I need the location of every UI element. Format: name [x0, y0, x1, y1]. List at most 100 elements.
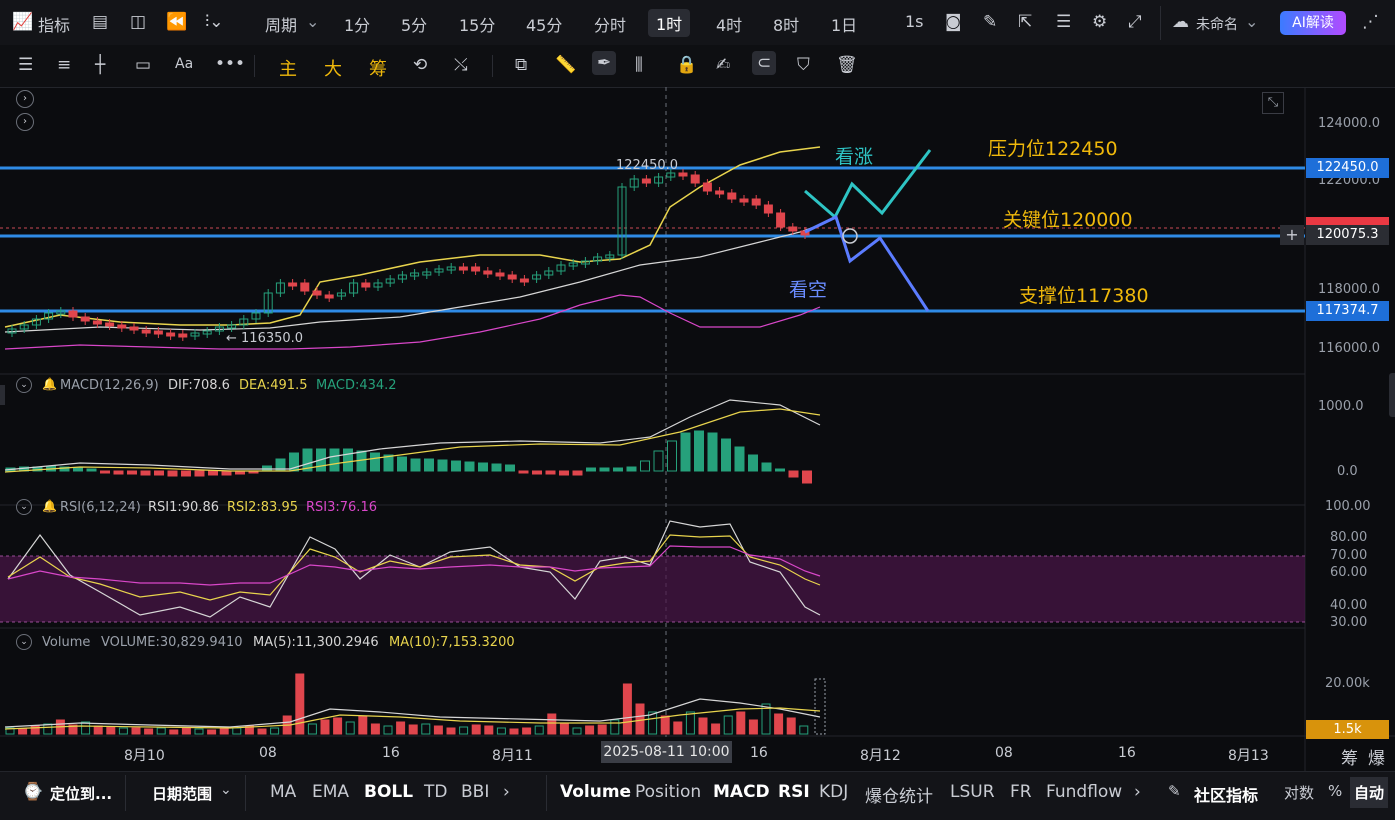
volume-bar	[358, 715, 368, 735]
sub-fr[interactable]: FR	[1010, 782, 1032, 802]
text-tool-icon[interactable]: Aa	[175, 56, 193, 72]
percent-scale-toggle[interactable]: %	[1328, 782, 1342, 800]
ai-interpret-button[interactable]: AI解读	[1280, 11, 1346, 35]
rectangle-tool-icon[interactable]: ▭	[135, 55, 151, 75]
main-char[interactable]: 主	[279, 55, 297, 81]
locate-icon[interactable]: ⌚	[22, 782, 43, 802]
community-indicators[interactable]: 社区指标	[1194, 782, 1258, 806]
trend-tool-icon[interactable]: ⤯	[454, 55, 468, 75]
camera-icon[interactable]: ◙	[945, 12, 962, 32]
sub-volume[interactable]: Volume	[560, 782, 631, 802]
sub-rsi[interactable]: RSI	[778, 782, 810, 802]
edit-box-icon[interactable]: ✍	[716, 55, 730, 75]
share-icon[interactable]: ⇱	[1018, 12, 1032, 32]
indicator-icon[interactable]: 📈	[12, 12, 33, 32]
indicator-button[interactable]: 指标	[38, 12, 70, 36]
list-icon[interactable]: ☰	[1056, 12, 1071, 32]
ind-td[interactable]: TD	[424, 782, 447, 802]
candle	[458, 266, 468, 271]
layout-icon[interactable]: ◫	[130, 12, 146, 32]
timeframe-1d[interactable]: 1日	[831, 12, 857, 36]
sub-lsur[interactable]: LSUR	[950, 782, 995, 802]
sub-kdj[interactable]: KDJ	[819, 782, 848, 802]
chart-type-icon[interactable]: ⫶⌄	[205, 12, 224, 32]
timeframe-1h[interactable]: 1时	[648, 9, 691, 37]
timeframe-5m[interactable]: 5分	[401, 12, 427, 36]
sub-macd[interactable]: MACD	[713, 782, 770, 802]
fit-screen-icon[interactable]: ⤡	[1262, 92, 1284, 114]
magnet-icon[interactable]: ⊂	[752, 51, 777, 75]
collapse-icon[interactable]: ⌄	[16, 499, 32, 515]
add-alert-icon[interactable]: +	[1280, 225, 1304, 245]
chevron-right-icon[interactable]: ›	[1134, 782, 1141, 802]
menu-lines-icon[interactable]: ☰	[18, 55, 33, 75]
refresh-speed[interactable]: 1s	[905, 12, 924, 31]
sub-liquidation[interactable]: 爆仓统计	[865, 782, 933, 807]
panel-handle-left[interactable]	[0, 385, 5, 405]
date-range-button[interactable]: 日期范围	[152, 783, 212, 804]
sync-icon[interactable]: ⟲	[413, 55, 427, 75]
edit-icon[interactable]: ✎	[1168, 782, 1181, 800]
bell-icon[interactable]: 🔔	[42, 377, 57, 391]
collapse-icon[interactable]: ⌄	[16, 634, 32, 650]
workspace-name[interactable]: 未命名	[1196, 14, 1238, 34]
chevron-down-icon[interactable]: ⌄	[306, 12, 319, 31]
macd-bar	[802, 470, 812, 484]
timeframe-8h[interactable]: 8时	[773, 12, 799, 36]
ind-boll[interactable]: BOLL	[364, 782, 413, 802]
hline-tool-icon[interactable]: ┼	[95, 55, 105, 75]
macd-bar	[572, 470, 583, 476]
replay-icon[interactable]: ⏪	[166, 12, 187, 32]
cloud-icon[interactable]: ☁	[1172, 12, 1189, 32]
trash-icon[interactable]: 🗑	[836, 55, 858, 75]
volume-bar	[383, 725, 393, 735]
timeframe-1m[interactable]: 1分	[344, 12, 370, 36]
ruler-icon[interactable]: 📏	[555, 55, 576, 75]
chevron-down-icon[interactable]: ⌄	[1245, 12, 1258, 31]
expand-icon[interactable]: ›	[16, 90, 34, 108]
horizontal-lines-icon[interactable]: ≡	[57, 55, 71, 75]
volume-bar	[698, 717, 708, 735]
ind-ema[interactable]: EMA	[312, 782, 349, 802]
candle	[483, 270, 493, 275]
chevron-down-icon[interactable]: ⌄	[220, 782, 232, 798]
candle	[324, 294, 334, 299]
auto-scale-toggle[interactable]: 自动	[1350, 777, 1389, 808]
filter-icon[interactable]: ⛉	[797, 55, 810, 75]
pencil-icon[interactable]: ✎	[983, 12, 997, 32]
timeframe-4h[interactable]: 4时	[716, 12, 742, 36]
fullscreen-icon[interactable]: ⤢	[1128, 12, 1142, 32]
sub-fundflow[interactable]: Fundflow	[1046, 782, 1122, 802]
locate-button[interactable]: 定位到...	[50, 783, 112, 804]
sub-position[interactable]: Position	[635, 782, 701, 802]
ind-bbi[interactable]: BBI	[461, 782, 489, 802]
lock-icon[interactable]: 🔒	[676, 55, 697, 75]
settings-icon[interactable]: ⚙	[1092, 12, 1107, 32]
more-icon[interactable]: •••	[215, 54, 245, 74]
time-label: 8月12	[860, 748, 901, 764]
panel-handle[interactable]	[1389, 373, 1395, 417]
chevron-right-icon[interactable]: ›	[503, 782, 510, 802]
macd-bar	[208, 470, 218, 476]
chip-toggle[interactable]: 筹	[1341, 744, 1358, 769]
macd-bar	[680, 432, 691, 472]
candles-icon[interactable]: ⫼	[635, 55, 643, 75]
timeframe-45m[interactable]: 45分	[526, 12, 562, 36]
calendar-icon[interactable]: ▤	[92, 12, 108, 32]
liquidation-toggle[interactable]: 爆	[1368, 744, 1385, 769]
collapse-icon[interactable]: ⌄	[16, 377, 32, 393]
big-char[interactable]: 大	[324, 55, 342, 81]
ind-ma[interactable]: MA	[270, 782, 296, 802]
timeframe-15m[interactable]: 15分	[459, 12, 495, 36]
share-network-icon[interactable]: ⋰	[1362, 12, 1379, 32]
draw-pen-icon[interactable]: ✒	[592, 51, 617, 75]
period-dropdown[interactable]: 周期	[265, 12, 297, 36]
volume-bar	[635, 703, 645, 735]
bell-icon[interactable]: 🔔	[42, 499, 57, 513]
copy-icon[interactable]: ⧉	[515, 55, 527, 75]
chip-char[interactable]: 筹	[369, 55, 387, 81]
timeframe-line[interactable]: 分时	[594, 12, 626, 36]
chart-canvas[interactable]	[0, 87, 1395, 771]
expand-icon[interactable]: ›	[16, 113, 34, 131]
log-scale-toggle[interactable]: 对数	[1284, 782, 1314, 803]
